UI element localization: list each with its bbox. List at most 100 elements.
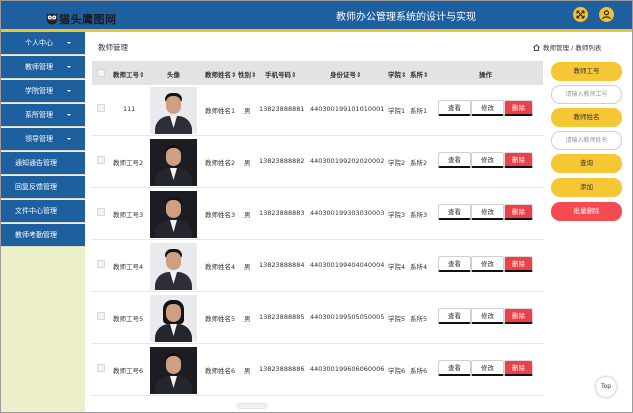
edit-button[interactable]: 修改 bbox=[471, 152, 504, 168]
delete-button[interactable]: 删除 bbox=[504, 256, 533, 272]
table-row: 教师工号4 教师姓名4 男 13823888884 44030019940404… bbox=[92, 241, 543, 292]
sidebar-item-label: 学院管理 bbox=[25, 87, 53, 95]
teacher-id: 教师工号5 bbox=[113, 315, 144, 323]
view-button[interactable]: 查看 bbox=[438, 308, 471, 324]
column-header-id[interactable]: 教师工号⇕ bbox=[113, 69, 144, 79]
home-icon[interactable] bbox=[533, 44, 540, 51]
delete-button[interactable]: 删除 bbox=[504, 152, 533, 168]
horizontal-scrollbar[interactable] bbox=[237, 403, 267, 409]
sidebar-item-college-management[interactable]: 学院管理 bbox=[1, 80, 85, 103]
row-checkbox[interactable] bbox=[97, 208, 105, 216]
user-icon bbox=[602, 10, 611, 20]
row-checkbox[interactable] bbox=[97, 156, 105, 164]
edit-button[interactable]: 修改 bbox=[471, 100, 504, 116]
teacher-college: 学院1 bbox=[388, 107, 406, 115]
teacher-name: 教师姓名1 bbox=[205, 107, 236, 115]
breadcrumb-separator: / bbox=[571, 44, 574, 52]
teacher-phone: 13823888885 bbox=[259, 313, 305, 321]
teacher-id: 教师工号6 bbox=[113, 367, 144, 375]
table-row: 111 教师姓名1 男 13823888881 4403001991010100… bbox=[92, 85, 543, 136]
sidebar-item-file-center-management[interactable]: 文件中心管理 bbox=[1, 200, 85, 223]
teacher-name: 教师姓名2 bbox=[205, 159, 236, 167]
sidebar-item-attendance-management[interactable]: 教师考勤管理 bbox=[1, 224, 85, 247]
teacher-name: 教师姓名6 bbox=[205, 367, 236, 375]
teacher-phone: 13823888882 bbox=[259, 157, 305, 165]
teacher-id-label: 教师工号 bbox=[551, 62, 622, 81]
sidebar-item-label: 个人中心 bbox=[25, 39, 53, 47]
row-checkbox[interactable] bbox=[97, 104, 105, 112]
sidebar-item-notice-management[interactable]: 通知通告管理 bbox=[1, 152, 85, 175]
teacher-college: 学院4 bbox=[388, 263, 406, 271]
column-header-name[interactable]: 教师姓名⇕ bbox=[205, 69, 236, 79]
edit-button[interactable]: 修改 bbox=[471, 204, 504, 220]
view-button[interactable]: 查看 bbox=[438, 204, 471, 220]
user-menu-button[interactable] bbox=[599, 7, 614, 22]
sort-icon: ⇕ bbox=[291, 71, 297, 79]
teacher-gender: 男 bbox=[244, 159, 251, 167]
delete-button[interactable]: 删除 bbox=[504, 308, 533, 324]
select-all-checkbox[interactable] bbox=[97, 69, 105, 77]
teacher-college: 学院2 bbox=[388, 159, 406, 167]
batch-delete-button[interactable]: 批量删除 bbox=[551, 202, 622, 221]
top-header: 猫头鹰图网 教师办公管理系统的设计与实现 bbox=[1, 1, 632, 32]
avatar[interactable] bbox=[150, 243, 197, 290]
avatar[interactable] bbox=[150, 87, 197, 134]
sort-icon: ⇕ bbox=[401, 71, 407, 79]
delete-button[interactable]: 删除 bbox=[504, 360, 533, 376]
teacher-phone: 13823888881 bbox=[259, 105, 305, 113]
app-window: 猫头鹰图网 教师办公管理系统的设计与实现 个人中心 教师管理 学院管理 系所管理… bbox=[0, 0, 633, 413]
edit-button[interactable]: 修改 bbox=[471, 308, 504, 324]
teacher-phone: 13823888884 bbox=[259, 261, 305, 269]
column-header-department[interactable]: 系所⇕ bbox=[410, 69, 428, 79]
row-checkbox[interactable] bbox=[97, 260, 105, 268]
row-checkbox[interactable] bbox=[97, 312, 105, 320]
view-button[interactable]: 查看 bbox=[438, 100, 471, 116]
table-row: 教师工号3 教师姓名3 男 13823888883 44030019930303… bbox=[92, 189, 543, 240]
breadcrumb: 教师管理 / 教师列表 bbox=[533, 42, 601, 52]
query-button[interactable]: 查询 bbox=[551, 154, 622, 173]
avatar-face bbox=[166, 148, 181, 166]
teacher-gender: 男 bbox=[244, 367, 251, 375]
edit-button[interactable]: 修改 bbox=[471, 360, 504, 376]
teacher-name-search-input[interactable]: 请输入教师姓名 bbox=[551, 131, 622, 150]
expand-arrows-icon bbox=[576, 10, 585, 19]
add-button[interactable]: 添加 bbox=[551, 178, 622, 197]
sidebar-item-leader-management[interactable]: 领导管理 bbox=[1, 128, 85, 151]
caret-down-icon bbox=[67, 138, 71, 140]
breadcrumb-item-teacher-management[interactable]: 教师管理 bbox=[543, 44, 569, 52]
view-button[interactable]: 查看 bbox=[438, 152, 471, 168]
teacher-idcard: 440300199505050005 bbox=[310, 313, 385, 321]
view-button[interactable]: 查看 bbox=[438, 360, 471, 376]
sort-icon: ⇕ bbox=[356, 71, 362, 79]
logo-text: 猫头鹰图网 bbox=[59, 13, 117, 26]
back-to-top-button[interactable]: Top bbox=[596, 377, 616, 397]
edit-button[interactable]: 修改 bbox=[471, 256, 504, 272]
column-header-idcard[interactable]: 身份证号⇕ bbox=[330, 69, 361, 79]
teacher-idcard: 440300199404040004 bbox=[310, 261, 385, 269]
column-header-gender[interactable]: 性别⇕ bbox=[238, 69, 256, 79]
avatar[interactable] bbox=[150, 295, 197, 342]
sidebar-item-teacher-management[interactable]: 教师管理 bbox=[1, 56, 85, 79]
view-button[interactable]: 查看 bbox=[438, 256, 471, 272]
avatar[interactable] bbox=[150, 347, 197, 394]
teacher-idcard: 440300199202020002 bbox=[310, 157, 385, 165]
avatar[interactable] bbox=[150, 191, 197, 238]
fullscreen-button[interactable] bbox=[573, 7, 588, 22]
column-header-college[interactable]: 学院⇕ bbox=[388, 69, 406, 79]
teacher-college: 学院5 bbox=[388, 315, 406, 323]
sidebar-item-personal-center[interactable]: 个人中心 bbox=[1, 32, 85, 55]
column-header-phone[interactable]: 手机号码⇕ bbox=[265, 69, 296, 79]
sort-icon: ⇕ bbox=[139, 71, 145, 79]
teacher-idcard: 440300199101010001 bbox=[310, 105, 385, 113]
teacher-id-search-input[interactable]: 请输入教师工号 bbox=[551, 85, 622, 104]
sidebar-item-feedback-management[interactable]: 回复反馈管理 bbox=[1, 176, 85, 199]
table-row: 教师工号5 教师姓名5 男 13823888885 44030019950505… bbox=[92, 293, 543, 344]
row-checkbox[interactable] bbox=[97, 364, 105, 372]
delete-button[interactable]: 删除 bbox=[504, 204, 533, 220]
sidebar-item-department-management[interactable]: 系所管理 bbox=[1, 104, 85, 127]
teacher-gender: 男 bbox=[244, 263, 251, 271]
sort-icon: ⇕ bbox=[251, 71, 257, 79]
avatar-face bbox=[166, 356, 181, 374]
avatar[interactable] bbox=[150, 139, 197, 186]
delete-button[interactable]: 删除 bbox=[504, 100, 533, 116]
